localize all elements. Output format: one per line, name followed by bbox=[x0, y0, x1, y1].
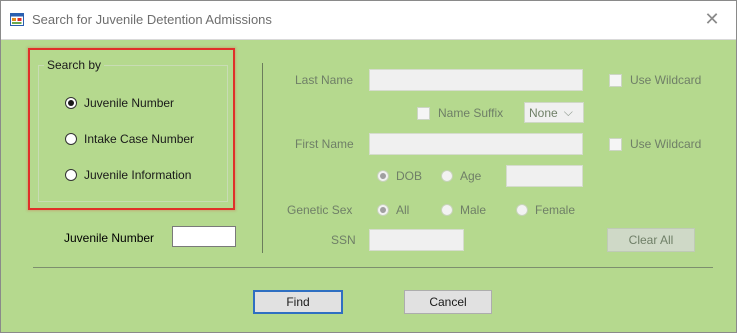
vertical-divider bbox=[262, 63, 263, 253]
radio-circle[interactable] bbox=[441, 170, 453, 182]
radio-circle[interactable] bbox=[441, 204, 453, 216]
radio-sex-male[interactable]: Male bbox=[441, 203, 486, 217]
close-icon[interactable]: ✕ bbox=[702, 9, 722, 29]
horizontal-divider bbox=[33, 267, 713, 268]
radio-circle[interactable] bbox=[377, 204, 389, 216]
radio-label: All bbox=[396, 203, 410, 217]
find-button[interactable]: Find bbox=[253, 290, 343, 314]
radio-sex-female[interactable]: Female bbox=[516, 203, 575, 217]
genetic-sex-label: Genetic Sex bbox=[287, 203, 353, 217]
checkbox-box[interactable] bbox=[609, 137, 622, 151]
radio-circle[interactable] bbox=[65, 133, 77, 145]
radio-circle[interactable] bbox=[65, 169, 77, 181]
window-title: Search for Juvenile Detention Admissions bbox=[32, 12, 272, 27]
radio-juvenile-information[interactable]: Juvenile Information bbox=[65, 168, 191, 182]
name-suffix-checkbox[interactable]: Name Suffix bbox=[417, 106, 503, 120]
radio-circle[interactable] bbox=[377, 170, 389, 182]
juvenile-number-label: Juvenile Number bbox=[64, 231, 155, 245]
clear-all-button[interactable]: Clear All bbox=[607, 228, 695, 252]
checkbox-label: Use Wildcard bbox=[630, 137, 702, 151]
radio-label: Juvenile Number bbox=[84, 96, 175, 110]
chevron-down-icon: ⌵ bbox=[563, 105, 573, 119]
radio-dob[interactable]: DOB bbox=[377, 169, 422, 183]
radio-label: Age bbox=[460, 169, 482, 183]
ssn-label: SSN bbox=[331, 233, 356, 247]
juvenile-number-input[interactable] bbox=[172, 226, 236, 247]
last-name-input[interactable] bbox=[369, 69, 583, 91]
use-wildcard-first-name-checkbox[interactable]: Use Wildcard bbox=[609, 137, 701, 151]
radio-circle[interactable] bbox=[516, 204, 528, 216]
use-wildcard-last-name-checkbox[interactable]: Use Wildcard bbox=[609, 73, 701, 87]
radio-label: Female bbox=[535, 203, 576, 217]
radio-juvenile-number[interactable]: Juvenile Number bbox=[65, 96, 174, 110]
radio-circle[interactable] bbox=[65, 97, 77, 109]
ssn-input[interactable] bbox=[369, 229, 464, 251]
app-window-icon bbox=[10, 13, 24, 26]
select-value: None bbox=[529, 105, 558, 120]
radio-intake-case-number[interactable]: Intake Case Number bbox=[65, 132, 194, 146]
first-name-label: First Name bbox=[295, 137, 354, 151]
search-dialog: Search for Juvenile Detention Admissions… bbox=[0, 0, 737, 333]
checkbox-box[interactable] bbox=[417, 106, 430, 120]
checkbox-label: Use Wildcard bbox=[630, 73, 702, 87]
radio-label: Juvenile Information bbox=[84, 168, 192, 182]
title-bar: Search for Juvenile Detention Admissions… bbox=[1, 1, 736, 40]
cancel-button[interactable]: Cancel bbox=[404, 290, 492, 314]
radio-sex-all[interactable]: All bbox=[377, 203, 409, 217]
checkbox-box[interactable] bbox=[609, 73, 622, 87]
search-by-label: Search by bbox=[44, 58, 105, 72]
age-input[interactable] bbox=[506, 165, 583, 187]
checkbox-label: Name Suffix bbox=[438, 106, 504, 120]
radio-label: Intake Case Number bbox=[84, 132, 195, 146]
name-suffix-select[interactable]: None ⌵ bbox=[524, 102, 584, 123]
last-name-label: Last Name bbox=[295, 73, 354, 87]
radio-label: DOB bbox=[396, 169, 423, 183]
first-name-input[interactable] bbox=[369, 133, 583, 155]
dialog-body: Search by Juvenile Number Intake Case Nu… bbox=[1, 39, 736, 332]
radio-age[interactable]: Age bbox=[441, 169, 481, 183]
radio-label: Male bbox=[460, 203, 487, 217]
